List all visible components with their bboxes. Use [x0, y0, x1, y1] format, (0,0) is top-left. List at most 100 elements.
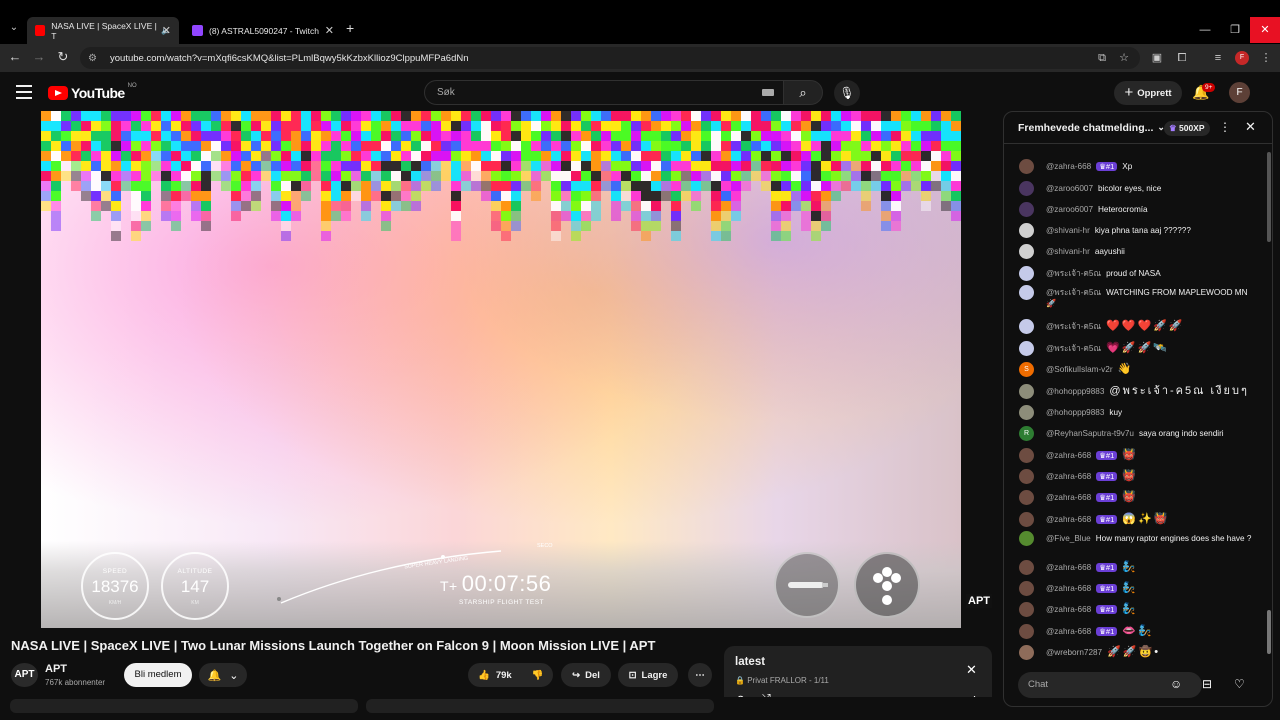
chat-author[interactable]: @zahra-668 [1046, 472, 1091, 481]
chat-author[interactable]: @hohoppp9883 [1046, 387, 1104, 396]
chat-message[interactable]: @พระเจ้า-ค5ณ 💗🚀🚀🛰️ [1019, 341, 1259, 356]
playlist-title[interactable]: latest [735, 656, 765, 668]
chat-avatar[interactable] [1019, 223, 1034, 238]
tab-search-icon[interactable]: ⌄ [6, 20, 22, 36]
channel-avatar[interactable]: APT [11, 663, 38, 687]
browser-menu-icon[interactable]: ⋮ [1258, 50, 1274, 66]
chat-message[interactable]: @zahra-668 ♛#1 😱✨👹 [1019, 512, 1259, 527]
chat-author[interactable]: @hohoppp9883 [1046, 408, 1104, 417]
chat-message[interactable]: @shivani-hr kiya phna tana aaj ?????? [1019, 223, 1259, 238]
extensions-icon[interactable]: ⧠ [1174, 50, 1190, 66]
chat-author[interactable]: @shivani-hr [1046, 226, 1090, 235]
create-button[interactable]: + Opprett [1114, 81, 1182, 105]
chat-author[interactable]: @zahra-668 [1046, 584, 1091, 593]
chat-message[interactable]: @zahra-668 ♛#1 👹 [1019, 469, 1259, 484]
chat-more-icon[interactable]: ⋮ [1219, 120, 1231, 134]
reading-list-icon[interactable]: ≡ [1210, 50, 1226, 66]
chat-message[interactable]: @zahra-668 ♛#1 🧞 [1019, 560, 1259, 575]
chat-author[interactable]: @wreborn7287 [1046, 648, 1102, 657]
subscription-bell-button[interactable]: 🔔 ⌄ [199, 663, 247, 687]
chat-author[interactable]: @พระเจ้า-ค5ณ [1046, 322, 1101, 331]
close-tab-icon[interactable]: ✕ [325, 24, 334, 37]
chat-avatar[interactable] [1019, 405, 1034, 420]
chat-avatar[interactable] [1019, 159, 1034, 174]
chat-message[interactable]: R @ReyhanSaputra-t9v7u saya orang indo sen… [1019, 426, 1259, 441]
close-tab-icon[interactable]: ✕ [162, 24, 171, 37]
chat-author[interactable]: @ReyhanSaputra-t9v7u [1046, 429, 1134, 438]
chat-message[interactable]: @hohoppp9883 @พระเจ้า-ค5ณ เงียบๆ [1019, 384, 1259, 399]
super-chat-icon[interactable]: ⊟ [1202, 677, 1212, 691]
chat-avatar[interactable] [1019, 624, 1034, 639]
chat-avatar[interactable] [1019, 581, 1034, 596]
chat-author[interactable]: @zaroo6007 [1046, 184, 1093, 193]
chat-avatar[interactable] [1019, 602, 1034, 617]
chat-author[interactable]: @พระเจ้า-ค5ณ [1046, 344, 1101, 353]
chat-avatar[interactable] [1019, 645, 1034, 660]
chat-author[interactable]: @zahra-668 [1046, 605, 1091, 614]
browser-tab[interactable]: (8) ASTRAL5090247 - Twitch ✕ [184, 17, 342, 44]
chat-message[interactable]: @zahra-668 ♛#1 🧞 [1019, 581, 1259, 596]
account-avatar[interactable]: F [1229, 82, 1250, 103]
channel-watermark[interactable]: APT [966, 594, 992, 608]
search-input[interactable]: Søk [424, 80, 784, 105]
bookmark-star-icon[interactable]: ☆ [1116, 50, 1132, 66]
chat-message[interactable]: @hohoppp9883 kuy [1019, 405, 1259, 420]
chat-message[interactable]: @zaroo6007 bicolor eyes, nice [1019, 181, 1259, 196]
like-button[interactable]: 👍 79k [468, 663, 522, 687]
chat-avatar[interactable] [1019, 341, 1034, 356]
emoji-icon[interactable]: ☺ [1170, 677, 1182, 691]
chat-message[interactable]: @zahra-668 ♛#1 👹 [1019, 448, 1259, 463]
chat-author[interactable]: @zahra-668 [1046, 451, 1091, 460]
browser-tab-active[interactable]: NASA LIVE | SpaceX LIVE | T 🔈 ✕ [27, 17, 179, 44]
chat-avatar[interactable] [1019, 448, 1034, 463]
restore-icon[interactable]: ❐ [1220, 17, 1250, 43]
keyboard-icon[interactable] [762, 89, 774, 96]
chat-avatar[interactable] [1019, 490, 1034, 505]
chat-message[interactable]: @zahra-668 ♛#1 🧞 [1019, 602, 1259, 617]
chat-message[interactable]: @zaroo6007 Heterocromía [1019, 202, 1259, 217]
video-player[interactable]: SPEED 18376 KM/H ALTITUDE 147 KM SUPER H… [41, 111, 961, 628]
chat-avatar[interactable] [1019, 384, 1034, 399]
site-info-icon[interactable]: ⚙ [88, 53, 100, 64]
chat-message[interactable]: @zahra-668 ♛#1 👹 [1019, 490, 1259, 505]
minimize-icon[interactable]: — [1190, 17, 1220, 43]
channel-name[interactable]: APT [45, 663, 67, 675]
chat-message[interactable]: @พระเจ้า-ค5ณ proud of NASA [1019, 266, 1259, 281]
youtube-logo[interactable]: YouTube NO [48, 83, 137, 101]
chat-author[interactable]: @zahra-668 [1046, 627, 1091, 636]
heart-icon[interactable]: ♡ [1234, 677, 1245, 691]
close-playlist-icon[interactable]: ✕ [966, 662, 977, 678]
install-app-icon[interactable]: ⧉ [1094, 50, 1110, 66]
xp-badge[interactable]: ♛ 500XP [1164, 121, 1210, 136]
chat-avatar[interactable] [1019, 560, 1034, 575]
chat-author[interactable]: @zahra-668 [1046, 493, 1091, 502]
chat-avatar[interactable] [1019, 285, 1034, 300]
address-bar[interactable]: ⚙ youtube.com/watch?v=mXqfi6csKMQ&list=P… [80, 47, 1140, 69]
chat-header[interactable]: Fremhevede chatmelding... ⌄ [1004, 112, 1272, 144]
chat-author[interactable]: @Five_Blue [1046, 534, 1091, 543]
menu-icon[interactable] [16, 85, 32, 99]
reload-icon[interactable]: ↻ [54, 48, 72, 66]
chat-message[interactable]: @wreborn7287 🚀🚀🤠• [1019, 645, 1259, 660]
chat-avatar[interactable] [1019, 181, 1034, 196]
cast-icon[interactable]: ▣ [1149, 50, 1165, 66]
chat-message[interactable]: S @SofikulIslam-v2r 👋 [1019, 362, 1259, 377]
chat-message[interactable]: @Five_Blue How many raptor engines does s… [1019, 531, 1259, 546]
share-button[interactable]: ↪ Del [561, 663, 611, 687]
chat-avatar[interactable] [1019, 531, 1034, 546]
chat-avatar[interactable] [1019, 469, 1034, 484]
chat-author[interactable]: @พระเจ้า-ค5ณ [1046, 288, 1101, 297]
chat-message[interactable]: @พระเจ้า-ค5ณ ❤️❤️❤️🚀🚀 [1019, 319, 1259, 334]
forward-icon[interactable]: → [30, 48, 48, 66]
join-button[interactable]: Bli medlem [124, 663, 192, 687]
chat-author[interactable]: @zahra-668 [1046, 515, 1091, 524]
save-button[interactable]: ⊡ Lagre [618, 663, 678, 687]
chat-avatar[interactable]: R [1019, 426, 1034, 441]
chat-author[interactable]: @zaroo6007 [1046, 205, 1093, 214]
voice-search-button[interactable]: 🎙 [834, 80, 860, 106]
chat-author[interactable]: @SofikulIslam-v2r [1046, 365, 1113, 374]
chat-avatar[interactable] [1019, 244, 1034, 259]
search-button[interactable]: ⌕ [783, 80, 823, 105]
chat-avatar[interactable]: S [1019, 362, 1034, 377]
window-close-icon[interactable]: ✕ [1250, 17, 1280, 43]
